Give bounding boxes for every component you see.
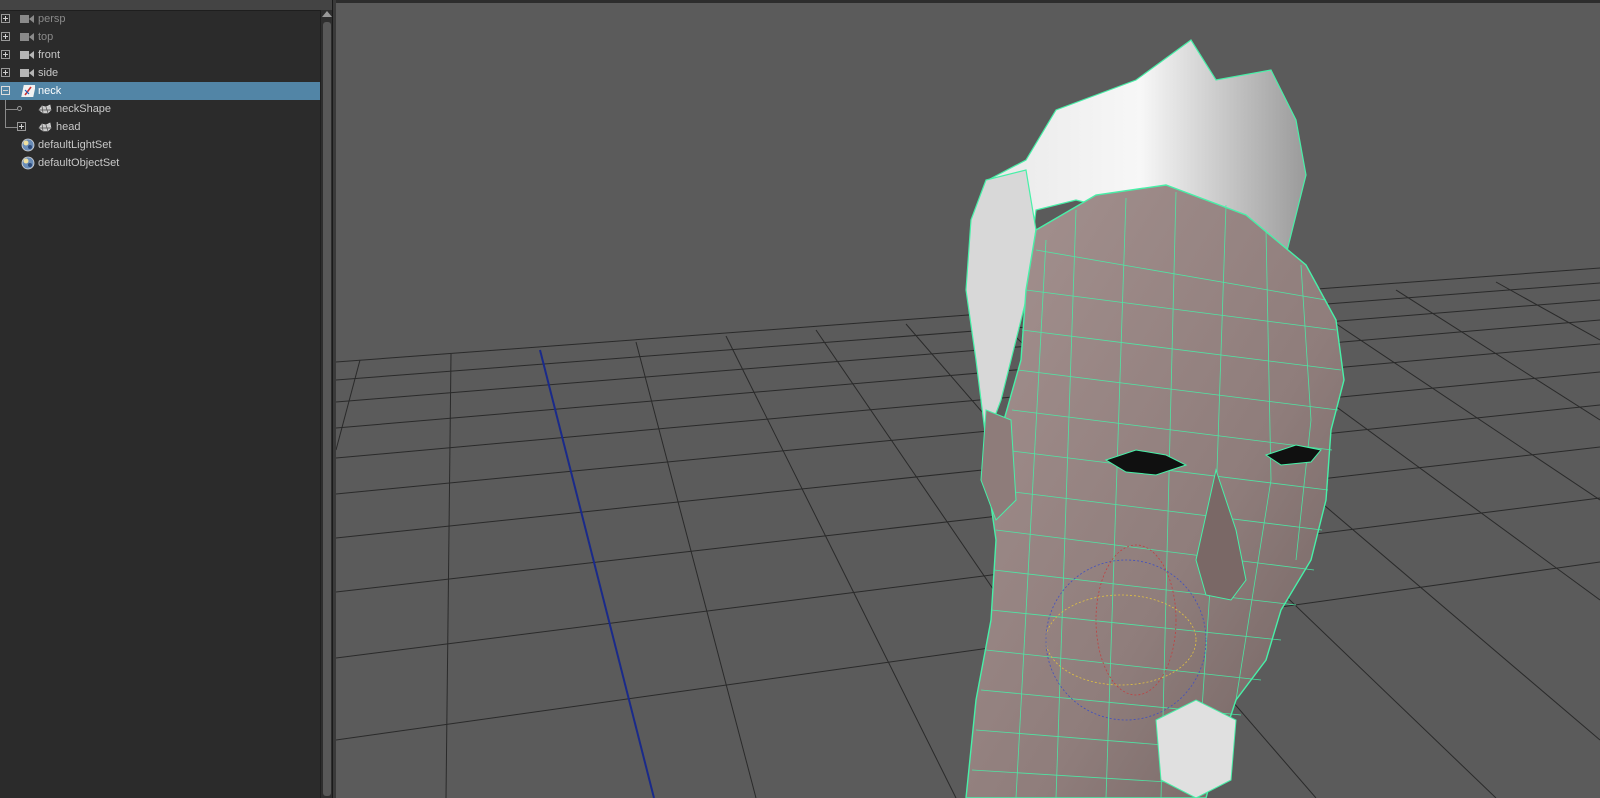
set-icon xyxy=(21,156,35,170)
outliner-item-label: side xyxy=(38,67,59,79)
outliner-item-label: neckShape xyxy=(56,103,112,115)
head-model[interactable] xyxy=(965,39,1345,798)
transform-icon xyxy=(21,85,35,97)
camera-icon xyxy=(20,33,34,41)
outliner-item-top[interactable]: top xyxy=(0,28,326,46)
expand-icon[interactable] xyxy=(1,68,10,77)
outliner-item-persp[interactable]: persp xyxy=(0,10,326,28)
outliner-item-label: defaultLightSet xyxy=(38,139,112,151)
set-icon xyxy=(21,138,35,152)
outliner-item-label: neck xyxy=(38,85,62,97)
leaf-node-icon xyxy=(17,106,22,111)
outliner-item-label: defaultObjectSet xyxy=(38,157,120,169)
camera-icon xyxy=(20,15,34,23)
outliner-list: persp top front side neck neckShape head… xyxy=(0,10,326,172)
camera-icon xyxy=(20,69,34,77)
scroll-up-arrow-icon[interactable] xyxy=(322,11,332,17)
viewport-toolbar-strip xyxy=(336,0,1600,3)
tree-line xyxy=(5,118,6,127)
ear xyxy=(980,409,1017,521)
outliner-item-label: top xyxy=(38,31,54,43)
outliner-item-defaultobjectset[interactable]: defaultObjectSet xyxy=(0,154,326,172)
scrollbar-thumb[interactable] xyxy=(323,22,331,796)
expand-icon[interactable] xyxy=(1,32,10,41)
expand-icon[interactable] xyxy=(1,14,10,23)
camera-icon xyxy=(20,51,34,59)
viewport-canvas[interactable] xyxy=(336,0,1600,798)
outliner-item-side[interactable]: side xyxy=(0,64,326,82)
outliner-item-head[interactable]: head xyxy=(0,118,326,136)
outliner-item-front[interactable]: front xyxy=(0,46,326,64)
ground-grid xyxy=(336,267,1600,798)
outliner-item-label: head xyxy=(56,121,81,133)
mesh-shape-icon xyxy=(38,122,52,132)
outliner-item-defaultlightset[interactable]: defaultLightSet xyxy=(0,136,326,154)
outliner-item-neck[interactable]: neck xyxy=(0,82,326,100)
mesh-shape-icon xyxy=(38,104,52,114)
3d-viewport[interactable] xyxy=(336,0,1600,798)
outliner-panel: persp top front side neck neckShape head… xyxy=(0,0,334,798)
beard xyxy=(1155,699,1237,798)
z-axis-line xyxy=(539,349,655,798)
expand-icon[interactable] xyxy=(17,122,26,131)
outliner-item-label: front xyxy=(38,49,61,61)
tree-line xyxy=(5,109,17,110)
expand-icon[interactable] xyxy=(1,50,10,59)
collapse-icon[interactable] xyxy=(1,86,10,95)
outliner-item-neckshape[interactable]: neckShape xyxy=(0,100,326,118)
tree-line xyxy=(5,127,17,128)
outliner-item-label: persp xyxy=(38,13,66,25)
